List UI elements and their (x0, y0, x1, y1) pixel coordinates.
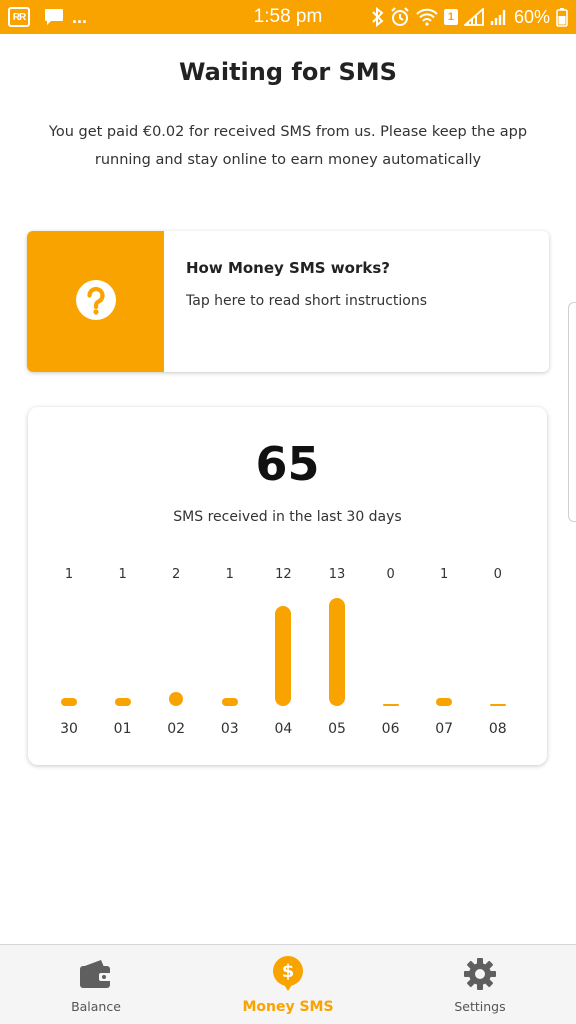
info-card-icon-area (27, 231, 164, 372)
bar-value-label: 1 (64, 567, 74, 582)
nav-item-money-sms[interactable]: $ Money SMS (192, 945, 384, 1024)
bar-value-label: 13 (328, 567, 346, 582)
signal-icon-sim2 (490, 8, 508, 26)
bar-date-label: 03 (220, 721, 239, 737)
bar-08 (489, 704, 506, 706)
info-card-title: How Money SMS works? (186, 259, 390, 277)
bottom-navigation: Balance $ Money SMS Settings (0, 944, 576, 1024)
nav-label-settings: Settings (454, 999, 506, 1014)
bar-column-04: 12 04 (263, 567, 303, 747)
bar-date-label: 05 (328, 721, 346, 737)
bar-date-label: 07 (435, 721, 454, 737)
bar-06 (382, 704, 399, 706)
more-notifications: ... (72, 6, 88, 27)
bar-03 (221, 697, 238, 706)
bar-value-label: 0 (386, 567, 395, 582)
sms-stats-card: 65 SMS received in the last 30 days 1 30 1… (28, 407, 547, 765)
question-circle-icon (75, 279, 117, 325)
nav-item-settings[interactable]: Settings (384, 945, 576, 1024)
bluetooth-icon (372, 7, 384, 27)
bar-column-03: 1 03 (210, 567, 250, 747)
bar-30 (61, 697, 77, 706)
bar-02 (169, 692, 184, 706)
bar-value-label: 0 (493, 567, 502, 582)
bar-04 (275, 606, 292, 706)
money-sms-icon: $ (271, 956, 305, 991)
sim-badge: 1 (443, 9, 458, 25)
bar-value-label: 1 (225, 567, 234, 582)
nav-label-money-sms: Money SMS (242, 999, 334, 1015)
bar-column-02: 2 02 (156, 567, 196, 747)
bar-value-label: 1 (440, 567, 449, 582)
bar-column-05: 13 05 (317, 567, 357, 747)
sms-total-label: SMS received in the last 30 days (173, 509, 402, 525)
bar-value-label: 12 (275, 567, 292, 582)
bar-date-label: 01 (113, 721, 132, 737)
status-bar: RR ... 1:58 pm 1 60% (0, 0, 576, 34)
bar-column-30: 1 30 (49, 567, 89, 747)
bar-value-label: 2 (172, 567, 181, 582)
svg-text:$: $ (282, 961, 295, 982)
bar-column-01: 1 01 (103, 567, 143, 747)
rr-app-icon: RR (8, 7, 30, 27)
bar-column-07: 1 07 (424, 567, 464, 747)
bar-01 (114, 697, 131, 706)
battery-percent: 60% (513, 6, 550, 27)
nav-item-balance[interactable]: Balance (0, 945, 192, 1024)
bar-date-label: 04 (274, 721, 293, 737)
bar-value-label: 1 (118, 567, 127, 582)
gear-icon (463, 957, 497, 991)
bar-date-label: 06 (381, 721, 400, 737)
battery-icon (556, 7, 568, 27)
edge-panel-handle[interactable] (568, 302, 576, 522)
bar-date-label: 30 (60, 721, 78, 737)
bar-column-08: 0 08 (478, 567, 518, 747)
signal-icon-sim1 (463, 8, 484, 26)
wifi-icon (416, 8, 438, 26)
message-icon (44, 8, 64, 26)
info-card-description: Tap here to read short instructions (186, 293, 428, 309)
bar-07 (436, 697, 453, 706)
nav-label-balance: Balance (71, 999, 121, 1014)
bar-column-06: 0 06 (371, 567, 411, 747)
bar-05 (329, 598, 345, 706)
sms-total-count: 65 (255, 437, 320, 491)
bar-date-label: 02 (167, 721, 186, 737)
bar-date-label: 08 (488, 721, 507, 737)
how-it-works-card[interactable]: How Money SMS works? Tap here to read sh… (27, 231, 549, 372)
wallet-icon (79, 957, 113, 991)
alarm-icon (390, 7, 410, 27)
page-subtitle: You get paid €0.02 for received SMS from… (48, 124, 528, 168)
page-title: Waiting for SMS (179, 58, 397, 86)
